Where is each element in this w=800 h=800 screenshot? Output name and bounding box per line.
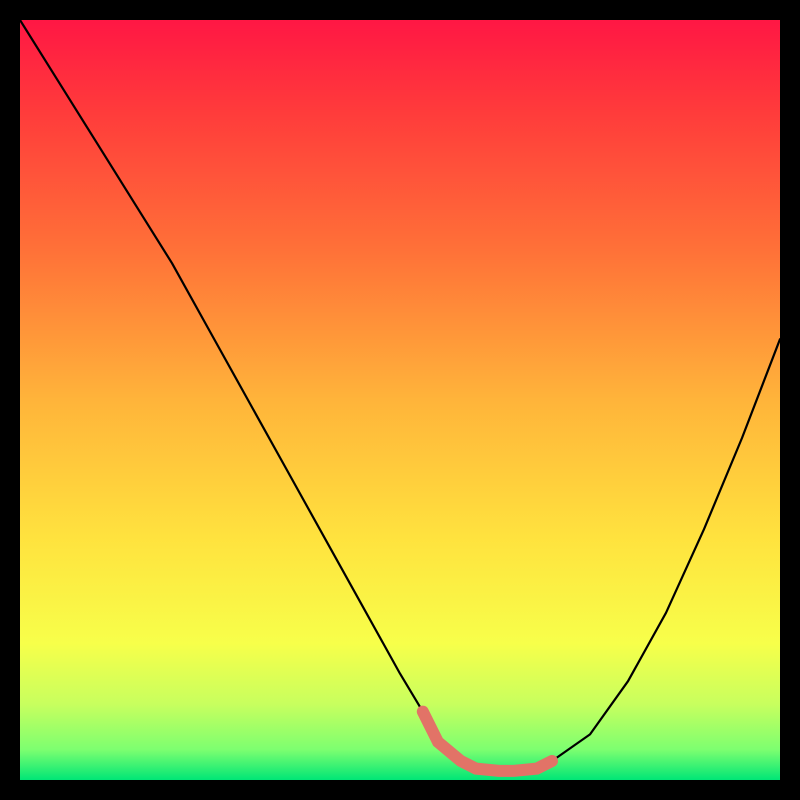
- chart-frame: TheBottleneck.com: [20, 20, 780, 780]
- heat-gradient-background: [20, 20, 780, 780]
- bottleneck-chart: [20, 20, 780, 780]
